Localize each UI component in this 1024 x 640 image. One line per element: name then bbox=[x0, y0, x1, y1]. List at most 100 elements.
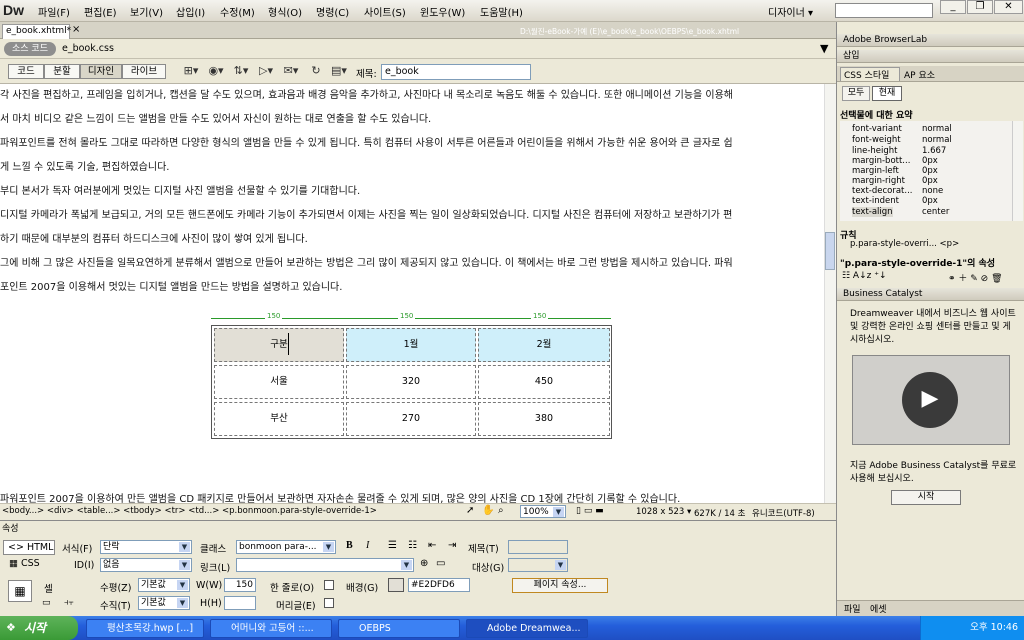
business-catalyst-header[interactable]: Business Catalyst bbox=[837, 288, 1024, 301]
files-tab[interactable]: 파일 bbox=[844, 602, 861, 615]
bg-color-swatch[interactable] bbox=[388, 578, 404, 592]
target-select[interactable] bbox=[508, 558, 568, 572]
hand-tool-icon[interactable]: ✋ bbox=[482, 505, 494, 516]
document-tab[interactable]: e_book.xhtml* bbox=[2, 24, 71, 39]
filter-icon[interactable]: ▼ bbox=[820, 42, 828, 55]
outdent-icon[interactable]: ⇤ bbox=[428, 540, 436, 551]
related-css-file[interactable]: e_book.css bbox=[62, 43, 114, 54]
menu-site[interactable]: 사이트(S) bbox=[364, 4, 406, 19]
bg-color-input[interactable]: #E2DFD6 bbox=[408, 578, 470, 592]
menu-insert[interactable]: 삽입(I) bbox=[176, 4, 205, 19]
header-checkbox[interactable] bbox=[324, 598, 334, 608]
assets-tab[interactable]: 에셋 bbox=[870, 602, 887, 615]
browse-folder-icon[interactable]: ▭ bbox=[436, 558, 445, 569]
merge-cells-icon[interactable]: ▭ bbox=[42, 598, 51, 608]
id-select[interactable]: 없음 bbox=[100, 558, 192, 572]
css-prop-value[interactable]: 0px bbox=[922, 176, 938, 186]
window-size-icons[interactable]: ▯ ▭ ▬ bbox=[576, 506, 604, 516]
ap-elements-tab[interactable]: AP 요소 bbox=[904, 68, 935, 81]
code-view-button[interactable]: 코드 bbox=[8, 64, 44, 79]
menu-file[interactable]: 파일(F) bbox=[38, 4, 70, 19]
css-prop-value[interactable]: center bbox=[922, 207, 949, 217]
split-cell-icon[interactable]: ⫞⫟ bbox=[64, 598, 74, 608]
split-view-button[interactable]: 분할 bbox=[44, 64, 80, 79]
nowrap-checkbox[interactable] bbox=[324, 580, 334, 590]
table-cell[interactable]: 450 bbox=[478, 365, 610, 399]
insert-panel-header[interactable]: 삽입 bbox=[837, 50, 1024, 63]
css-prop-value[interactable]: normal bbox=[922, 124, 952, 134]
italic-button[interactable]: I bbox=[366, 540, 369, 551]
vert-select[interactable]: 기본값 bbox=[138, 596, 190, 610]
table-cell[interactable]: 서울 bbox=[214, 365, 344, 399]
data-table[interactable]: 구분 1월 2월 서울 320 450 부산 270 380 bbox=[211, 325, 612, 439]
css-prop-value[interactable]: none bbox=[922, 186, 943, 196]
table-cell[interactable]: 270 bbox=[346, 402, 476, 436]
menu-help[interactable]: 도움말(H) bbox=[480, 4, 523, 19]
current-button[interactable]: 현재 bbox=[872, 86, 902, 101]
css-prop-value[interactable]: 0px bbox=[922, 196, 938, 206]
taskbar-item[interactable]: 평산초목강.hwp [...] bbox=[86, 619, 204, 638]
design-view[interactable]: 각 사진을 편집하고, 프레임을 입히거나, 캡션을 달 수도 있으며, 효과음… bbox=[0, 84, 824, 503]
css-prop-value[interactable]: 1.667 bbox=[922, 146, 946, 156]
menu-edit[interactable]: 편집(E) bbox=[84, 4, 117, 19]
table-cell[interactable]: 380 bbox=[478, 402, 610, 436]
menu-modify[interactable]: 수정(M) bbox=[220, 4, 255, 19]
css-list-scrollbar[interactable] bbox=[1012, 121, 1023, 221]
css-rule-actions-icons[interactable]: ⚭ ＋ ✎ ⊘ 🗑 bbox=[948, 271, 1003, 284]
page-properties-button[interactable]: 페이지 속성... bbox=[512, 578, 608, 593]
refresh-icon[interactable]: ↻ bbox=[305, 64, 327, 79]
select-tool-icon[interactable]: ➚ bbox=[466, 505, 474, 516]
preview-browser-icon[interactable]: ◉▾ bbox=[205, 64, 227, 79]
clock[interactable]: 오후 10:46 bbox=[970, 622, 1018, 633]
document-scrollbar[interactable] bbox=[824, 84, 836, 503]
css-prop-value[interactable]: 0px bbox=[922, 166, 938, 176]
title-attr-input[interactable] bbox=[508, 540, 568, 554]
menu-view[interactable]: 보기(V) bbox=[130, 4, 163, 19]
help-search-input[interactable] bbox=[835, 3, 933, 18]
unordered-list-icon[interactable]: ☰ bbox=[388, 540, 397, 551]
css-prop-value[interactable]: normal bbox=[922, 135, 952, 145]
point-to-file-icon[interactable]: ⊕ bbox=[420, 558, 428, 569]
css-prop-value[interactable]: 0px bbox=[922, 156, 938, 166]
height-input[interactable] bbox=[224, 596, 256, 610]
close-button[interactable]: ✕ bbox=[994, 0, 1023, 14]
table-cell[interactable]: 320 bbox=[346, 365, 476, 399]
source-code-button[interactable]: 소스 코드 bbox=[4, 42, 56, 56]
browserlab-panel-header[interactable]: Adobe BrowserLab bbox=[837, 34, 1024, 47]
table-cell[interactable]: 구분 bbox=[214, 328, 344, 362]
minimize-button[interactable]: _ bbox=[940, 0, 966, 14]
table-cell[interactable]: 1월 bbox=[346, 328, 476, 362]
visual-aids-icon[interactable]: ▤▾ bbox=[328, 64, 350, 79]
taskbar-item[interactable]: 어머니와 고등어 ::... bbox=[210, 619, 332, 638]
rule-item[interactable]: p.para-style-overri... <p> bbox=[850, 239, 959, 249]
browser-compat-icon[interactable]: ✉▾ bbox=[280, 64, 302, 79]
bc-start-button[interactable]: 시작 bbox=[891, 490, 961, 505]
file-management-icon[interactable]: ⇅▾ bbox=[230, 64, 252, 79]
ordered-list-icon[interactable]: ☷ bbox=[408, 540, 417, 551]
doc-title-input[interactable]: e_book bbox=[381, 64, 531, 80]
taskbar-item-active[interactable]: Adobe Dreamwea... bbox=[466, 619, 588, 638]
zoom-tool-icon[interactable]: ⌕ bbox=[498, 505, 504, 516]
restore-button[interactable]: ❐ bbox=[967, 0, 993, 14]
design-view-button[interactable]: 디자인 bbox=[80, 64, 122, 79]
w3c-validation-icon[interactable]: ▷▾ bbox=[255, 64, 277, 79]
window-size[interactable]: 1028 x 523 ▾ bbox=[636, 507, 691, 517]
class-select[interactable]: bonmoon para-... bbox=[236, 540, 336, 554]
live-view-button[interactable]: 라이브 bbox=[122, 64, 166, 79]
width-input[interactable]: 150 bbox=[224, 578, 256, 592]
show-category-view-icon[interactable]: ☷ A↓z ⁺↓ bbox=[842, 271, 887, 281]
tag-selector[interactable]: <body...> <div> <table...> <tbody> <tr> … bbox=[2, 506, 377, 516]
css-mode-button[interactable]: ▦ CSS bbox=[3, 558, 55, 572]
format-select[interactable]: 단락 bbox=[100, 540, 192, 554]
all-button[interactable]: 모두 bbox=[842, 86, 870, 101]
menu-commands[interactable]: 명령(C) bbox=[316, 4, 349, 19]
scrollbar-thumb[interactable] bbox=[825, 232, 835, 270]
link-input[interactable] bbox=[236, 558, 414, 572]
table-cell[interactable]: 2월 bbox=[478, 328, 610, 362]
indent-icon[interactable]: ⇥ bbox=[448, 540, 456, 551]
bold-button[interactable]: B bbox=[346, 540, 353, 551]
play-icon[interactable]: ▶ bbox=[902, 372, 958, 428]
tab-close-icon[interactable]: × bbox=[72, 24, 80, 35]
css-styles-tab[interactable]: CSS 스타일 bbox=[840, 67, 900, 81]
horz-select[interactable]: 기본값 bbox=[138, 578, 190, 592]
